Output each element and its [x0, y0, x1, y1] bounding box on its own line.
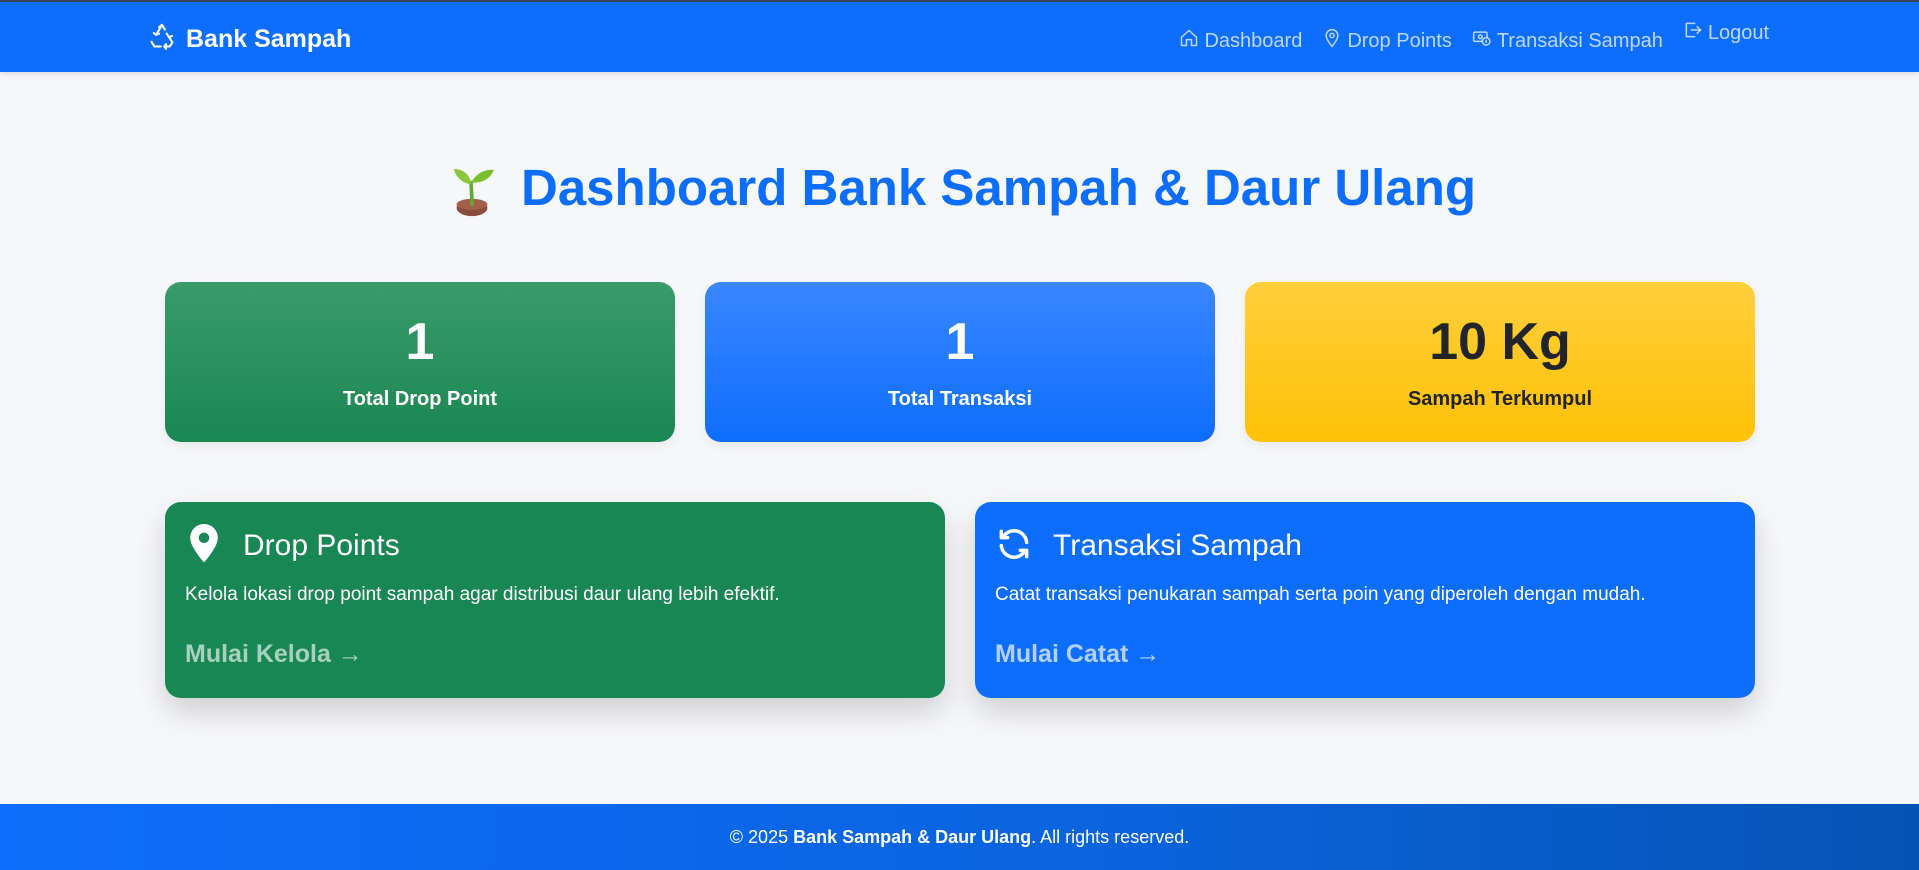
cash-coin-icon [1472, 28, 1492, 54]
feature-card-description: Catat transaksi penukaran sampah serta p… [995, 584, 1646, 605]
seedling-icon [443, 159, 501, 217]
feature-card-header: Transaksi Sampah [995, 524, 1735, 568]
feature-card-transaksi-sampah: Transaksi Sampah Catat transaksi penukar… [975, 502, 1755, 698]
feature-card-header: Drop Points [185, 523, 925, 569]
nav-link-label: Logout [1707, 21, 1769, 44]
nav-link-drop-points[interactable]: Drop Points [1322, 20, 1452, 54]
feature-card-title: Drop Points [243, 529, 400, 562]
navbar: Bank Sampah Dashboard Drop Points Transa… [0, 0, 1919, 72]
recycle-icon [148, 22, 176, 57]
stat-card-sampah: 10 Kg Sampah Terkumpul [1245, 282, 1755, 442]
stat-label: Total Drop Point [342, 388, 498, 410]
feature-card-drop-points: Drop Points Kelola lokasi drop point sam… [165, 502, 945, 698]
brand-name: Bank Sampah [186, 25, 352, 53]
mulai-kelola-link[interactable]: Mulai Kelola → [185, 640, 925, 669]
stat-value: 1 [945, 313, 975, 371]
nav-link-label: Dashboard [1204, 29, 1303, 52]
mulai-catat-link[interactable]: Mulai Catat → [995, 640, 1735, 669]
nav-link-label: Drop Points [1347, 29, 1452, 52]
footer-copyright: © 2025 [729, 826, 789, 847]
logout-icon [1683, 20, 1703, 46]
nav-link-label: Transaksi Sampah [1496, 29, 1663, 52]
stat-card-drop-point: 1 Total Drop Point [165, 282, 675, 442]
stat-value: 1 [405, 313, 435, 371]
stat-label: Total Transaksi [887, 388, 1033, 410]
feature-card-title: Transaksi Sampah [1053, 529, 1302, 562]
logout-button[interactable]: Logout [1683, 20, 1769, 46]
stat-card-transaksi: 1 Total Transaksi [705, 282, 1215, 442]
feature-card-description: Kelola lokasi drop point sampah agar dis… [185, 584, 780, 605]
refresh-icon [995, 524, 1033, 569]
nav-link-dashboard[interactable]: Dashboard [1179, 20, 1302, 54]
brand-link[interactable]: Bank Sampah [148, 22, 351, 57]
house-icon [1179, 28, 1199, 54]
stat-label: Sampah Terkumpul [1407, 388, 1593, 410]
footer-brand: Bank Sampah & Daur Ulang [793, 826, 1032, 847]
nav-links: Dashboard Drop Points Transaksi Sampah L… [1179, 20, 1769, 54]
map-pin-icon [1322, 28, 1342, 54]
nav-link-transaksi-sampah[interactable]: Transaksi Sampah [1472, 20, 1663, 54]
map-pin-icon [185, 523, 223, 569]
footer: © 2025 Bank Sampah & Daur Ulang. All rig… [0, 804, 1919, 870]
page-title: Dashboard Bank Sampah & Daur Ulang [0, 158, 1919, 217]
footer-rights: . All rights reserved. [1031, 826, 1190, 847]
stat-value: 10 Kg [1429, 313, 1571, 371]
page-title-text: Dashboard Bank Sampah & Daur Ulang [520, 159, 1477, 216]
